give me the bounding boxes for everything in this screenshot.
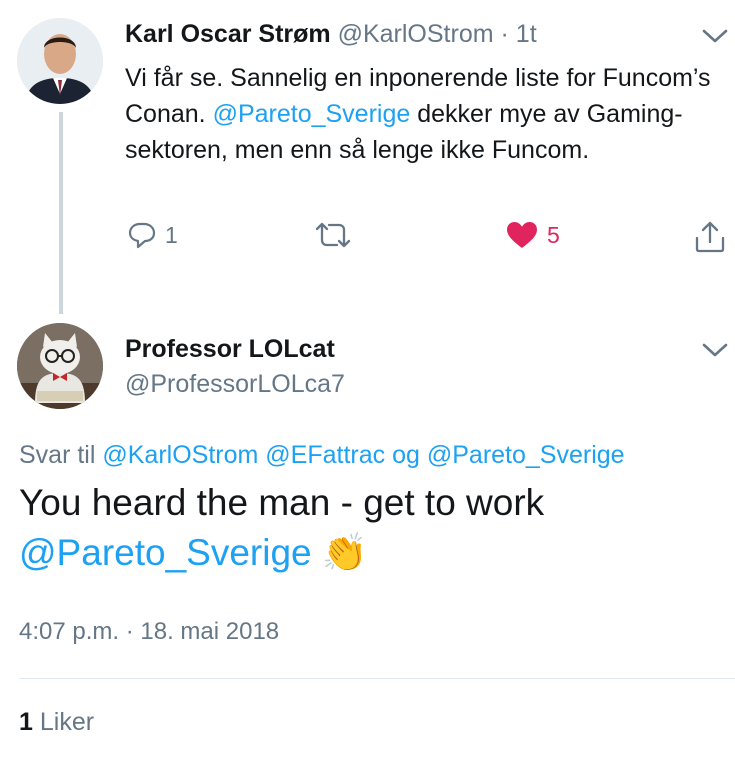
retweet-button[interactable] [313, 220, 353, 250]
thread-line [59, 112, 63, 314]
reply-to-line: Svar til @KarlOStrom @EFattrac og @Paret… [19, 441, 625, 470]
likes-count: 1 [19, 708, 33, 736]
tweet2-mention-link[interactable]: @Pareto_Sverige [19, 532, 312, 573]
tweet1-separator: · [500, 20, 509, 48]
tweet2-handle[interactable]: @ProfessorLOLca7 [125, 370, 345, 399]
tweet2-text-line: You heard the man - get to work [19, 482, 545, 523]
tweet2-author-name[interactable]: Professor LOLcat [125, 335, 335, 364]
tweet1-text: Vi får se. Sannelig en inponerende liste… [125, 60, 725, 168]
reply-count: 1 [165, 221, 178, 248]
reply-to-mention[interactable]: @Pareto_Sverige [427, 441, 625, 469]
reply-to-conjunction[interactable]: og [392, 441, 420, 469]
avatar-professor-lolcat[interactable] [17, 323, 103, 409]
avatar-lolcat-image [17, 323, 103, 409]
share-icon [695, 221, 725, 253]
tweet1-actions: 1 5 [125, 220, 725, 260]
chevron-down-icon[interactable] [702, 28, 728, 44]
tweet1-handle[interactable]: @KarlOStrom [338, 20, 494, 48]
avatar-karl-image [17, 18, 103, 104]
reply-button[interactable]: 1 [127, 220, 178, 250]
tweet2-text: You heard the man - get to work @Pareto_… [19, 478, 719, 578]
likes-stat[interactable]: 1 Liker [19, 708, 94, 737]
chevron-down-icon[interactable] [702, 342, 728, 358]
tweet1-author-name[interactable]: Karl Oscar Strøm [125, 20, 331, 48]
like-count: 5 [547, 221, 560, 248]
like-button[interactable]: 5 [505, 220, 560, 250]
clapping-hands-icon: 👏 [321, 532, 368, 573]
tweet1-time[interactable]: 1t [516, 20, 537, 48]
share-button[interactable] [693, 220, 727, 254]
tweet1-mention-link[interactable]: @Pareto_Sverige [213, 100, 411, 128]
divider [19, 678, 735, 679]
reply-to-mention[interactable]: @EFattrac [265, 441, 385, 469]
reply-to-label: Svar til [19, 441, 96, 469]
reply-icon [128, 222, 156, 249]
tweet1-header: Karl Oscar Strøm @KarlOStrom · 1t [125, 20, 537, 49]
retweet-icon [315, 222, 351, 248]
tweet2-timestamp[interactable]: 4:07 p.m. · 18. mai 2018 [19, 618, 279, 646]
heart-icon [507, 222, 537, 248]
avatar-karl[interactable] [17, 18, 103, 104]
likes-label: Liker [39, 708, 95, 736]
reply-to-mention[interactable]: @KarlOStrom [102, 441, 258, 469]
